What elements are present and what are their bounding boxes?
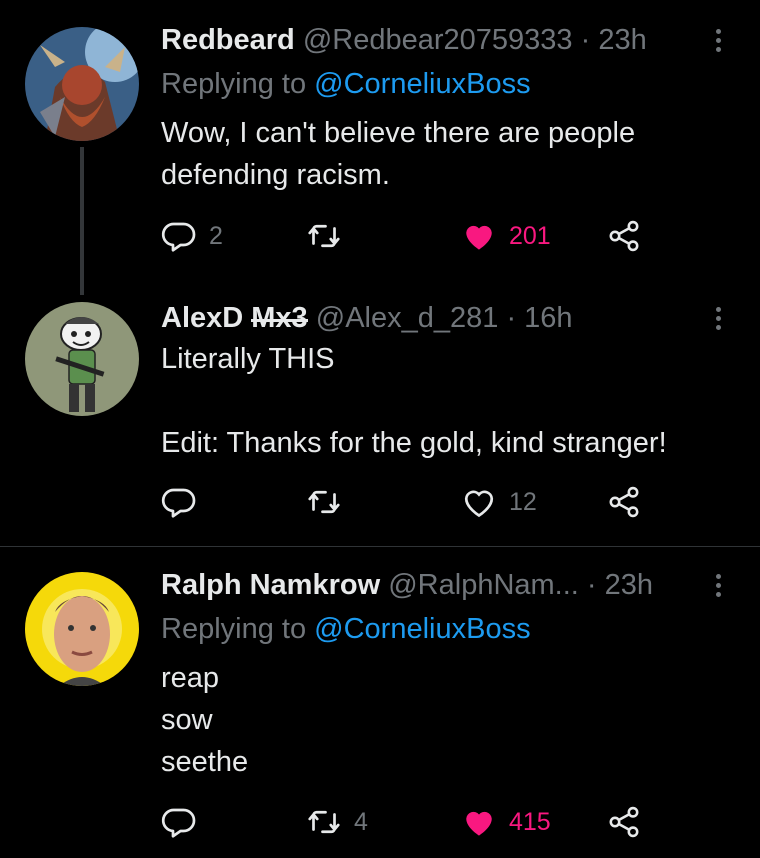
avatar-ralph[interactable] (25, 572, 139, 686)
separator-dot: · (586, 569, 597, 601)
separator-dot: · (580, 24, 591, 56)
retweet-button[interactable] (306, 214, 354, 258)
timestamp[interactable]: 23h (605, 569, 653, 601)
tweet-text: Literally THIS Edit: Thanks for the gold… (161, 343, 667, 459)
retweet-button[interactable] (306, 480, 354, 524)
retweet-icon (308, 224, 340, 248)
reply-button[interactable] (161, 480, 209, 524)
timestamp[interactable]: 16h (524, 302, 572, 334)
heart-icon (466, 811, 492, 836)
tweet-ralph[interactable]: Ralph Namkrow @RalphNam... · 23h Replyin… (0, 547, 760, 858)
tweet-redbeard[interactable]: Redbeard @Redbear20759333 · 23h Replying… (0, 0, 760, 295)
reply-icon (161, 488, 196, 518)
replying-to-link[interactable]: @CorneliuxBoss (314, 613, 530, 645)
like-count: 201 (509, 221, 551, 250)
display-name[interactable]: Ralph Namkrow (161, 569, 380, 601)
display-name-text: AlexD (161, 302, 252, 334)
tweet-actions: 4 415 (161, 800, 661, 844)
tweet-text: Wow, I can't believe there are people de… (161, 117, 636, 191)
user-handle[interactable]: @Alex_d_281 (316, 302, 499, 334)
user-handle[interactable]: @RalphNam... (388, 569, 579, 601)
avatar-alexd[interactable] (25, 302, 139, 416)
tweet-header: AlexD Mx3 @Alex_d_281 · 16h (161, 296, 573, 340)
share-button[interactable] (606, 480, 642, 524)
reply-icon (161, 222, 196, 252)
replying-to-label: Replying to (161, 68, 307, 100)
heart-icon (464, 490, 494, 518)
tweet-actions: 12 (161, 480, 661, 524)
replying-to-label: Replying to (161, 613, 307, 645)
heart-icon (466, 225, 492, 250)
user-handle[interactable]: @Redbear20759333 (303, 24, 573, 56)
reply-button[interactable]: 2 (161, 214, 223, 258)
share-icon (609, 220, 639, 252)
display-name[interactable]: Redbeard (161, 24, 295, 56)
more-icon[interactable] (706, 563, 730, 607)
tweet-text: reap sow seethe (161, 662, 249, 778)
retweet-count: 4 (354, 807, 368, 836)
share-button[interactable] (606, 214, 642, 258)
reply-button[interactable] (161, 800, 209, 844)
tweet-actions: 2 201 (161, 214, 661, 258)
like-button[interactable]: 201 (461, 214, 551, 258)
avatar-redbeard[interactable] (25, 27, 139, 141)
tweet-header: Ralph Namkrow @RalphNam... · 23h (161, 563, 653, 607)
share-icon (609, 806, 639, 838)
replying-to-link[interactable]: @CorneliuxBoss (314, 68, 530, 100)
replying-to: Replying to @CorneliuxBoss (161, 607, 531, 651)
replying-to: Replying to @CorneliuxBoss (161, 62, 531, 106)
more-icon[interactable] (706, 296, 730, 340)
share-button[interactable] (606, 800, 642, 844)
reply-count: 2 (209, 221, 223, 250)
timestamp[interactable]: 23h (598, 24, 646, 56)
thread-line (80, 147, 84, 295)
share-icon (609, 486, 639, 518)
display-name-struck: Mx3 (251, 302, 308, 334)
retweet-icon (308, 490, 340, 514)
separator-dot: · (506, 302, 517, 334)
retweet-button[interactable]: 4 (306, 800, 368, 844)
reply-icon (161, 808, 196, 838)
like-count: 12 (509, 487, 537, 516)
retweet-icon (308, 810, 340, 834)
like-count: 415 (509, 807, 551, 836)
like-button[interactable]: 415 (461, 800, 551, 844)
more-icon[interactable] (706, 18, 730, 62)
display-name[interactable]: AlexD Mx3 (161, 302, 308, 334)
tweet-alexd[interactable]: AlexD Mx3 @Alex_d_281 · 16h Literally TH… (0, 290, 760, 546)
tweet-header: Redbeard @Redbear20759333 · 23h (161, 18, 647, 62)
like-button[interactable]: 12 (461, 480, 537, 524)
